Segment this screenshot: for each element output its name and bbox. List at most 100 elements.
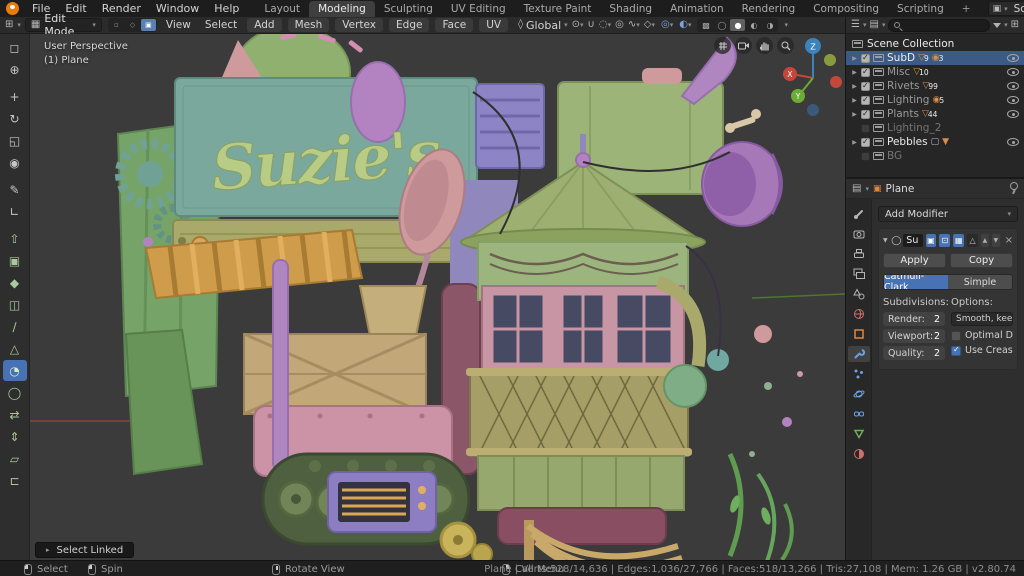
- toggle-perspective-button[interactable]: [714, 37, 731, 54]
- render-field[interactable]: Render: 2: [883, 312, 945, 326]
- modifier-name-field[interactable]: Su: [903, 234, 923, 247]
- tool-loop-cut[interactable]: ◫: [3, 294, 27, 315]
- menu-uv[interactable]: UV: [479, 18, 509, 32]
- filter-icon[interactable]: [993, 22, 1002, 28]
- workspace-tab-uv-editing[interactable]: UV Editing: [442, 1, 515, 17]
- disclosure-icon[interactable]: ▶: [851, 111, 858, 118]
- outliner-search-input[interactable]: [904, 19, 985, 31]
- cage-toggle[interactable]: △: [967, 234, 979, 247]
- tool-measure[interactable]: ∟: [3, 201, 27, 222]
- eye-icon[interactable]: [1007, 110, 1019, 118]
- tool-scale[interactable]: ◱: [3, 130, 27, 151]
- material-shading-button[interactable]: ◐: [746, 19, 761, 31]
- tab-particles[interactable]: [848, 366, 870, 382]
- pivot-point-dropdown[interactable]: ⊙▾: [572, 20, 584, 30]
- add-modifier-dropdown[interactable]: Add Modifier ▾: [878, 206, 1018, 222]
- disclosure-icon[interactable]: ▶: [851, 55, 858, 62]
- optimal-display-row[interactable]: Optimal Displ..: [951, 330, 1013, 341]
- face-select-button[interactable]: ▣: [140, 19, 156, 31]
- tool-rip-region[interactable]: ⊏: [3, 470, 27, 491]
- outliner-row-lighting2[interactable]: Lighting_2: [846, 121, 1024, 135]
- collection-checkbox[interactable]: [861, 137, 870, 147]
- tab-render[interactable]: [848, 226, 870, 242]
- outliner-row-subd[interactable]: ▶ SubD ▽9 ◉3: [846, 51, 1024, 65]
- tool-smooth[interactable]: ◯: [3, 382, 27, 403]
- catmull-clark-button[interactable]: Catmull-Clark: [884, 275, 948, 289]
- workspace-tab-rendering[interactable]: Rendering: [733, 1, 805, 17]
- menu-help[interactable]: Help: [207, 1, 246, 16]
- viewport-field[interactable]: Viewport: 2: [883, 329, 945, 343]
- outliner-row-lighting[interactable]: ▶ Lighting ◉5: [846, 93, 1024, 107]
- tab-scene[interactable]: [848, 286, 870, 302]
- workspace-tab-scripting[interactable]: Scripting: [888, 1, 953, 17]
- workspace-tab-animation[interactable]: Animation: [661, 1, 733, 17]
- workspace-tab-shading[interactable]: Shading: [600, 1, 661, 17]
- eye-icon[interactable]: [1007, 68, 1019, 76]
- collection-checkbox[interactable]: [861, 151, 870, 161]
- scene-collection-row[interactable]: Scene Collection: [846, 36, 1024, 51]
- tab-world[interactable]: [848, 306, 870, 322]
- disclosure-icon[interactable]: ▶: [851, 139, 858, 146]
- editmode-toggle[interactable]: ▦: [953, 234, 965, 247]
- expand-icon[interactable]: ▼: [883, 237, 889, 244]
- tab-constraints[interactable]: [848, 406, 870, 422]
- close-icon[interactable]: ×: [1005, 235, 1013, 246]
- move-down-button[interactable]: ▼: [991, 234, 1000, 247]
- tab-object-data[interactable]: [848, 426, 870, 442]
- menu-face[interactable]: Face: [435, 18, 474, 32]
- workspace-tab-layout[interactable]: Layout: [255, 1, 309, 17]
- show-overlays-dropdown[interactable]: ◎▾: [661, 20, 673, 30]
- simple-button[interactable]: Simple: [948, 275, 1012, 289]
- pin-icon[interactable]: [1009, 182, 1018, 195]
- shading-preview-dropdown[interactable]: ◐▾: [679, 20, 691, 30]
- tool-cursor[interactable]: ⊕: [3, 59, 27, 80]
- workspace-tab-compositing[interactable]: Compositing: [804, 1, 888, 17]
- rendered-shading-button[interactable]: ◑: [762, 19, 777, 31]
- operator-panel[interactable]: ▸ Select Linked: [35, 542, 135, 558]
- tool-select-box[interactable]: ◻: [3, 37, 27, 58]
- menu-render[interactable]: Render: [95, 1, 148, 16]
- eye-icon[interactable]: [1007, 82, 1019, 90]
- tool-shear[interactable]: ▱: [3, 448, 27, 469]
- wireframe-shading-button[interactable]: ◯: [714, 19, 729, 31]
- use-creases-checkbox[interactable]: [951, 345, 961, 356]
- outliner-row-plants[interactable]: ▶ Plants ▽44: [846, 107, 1024, 121]
- menu-mesh[interactable]: Mesh: [287, 18, 330, 32]
- quality-field[interactable]: Quality: 2: [883, 346, 945, 360]
- editor-type-icon[interactable]: ⊞: [5, 20, 13, 30]
- tool-edge-slide[interactable]: ⇄: [3, 404, 27, 425]
- vertex-select-button[interactable]: ▫: [109, 19, 124, 31]
- outliner-row-pebbles[interactable]: ▶ Pebbles ▢ ▼: [846, 135, 1024, 149]
- menu-vertex[interactable]: Vertex: [335, 18, 384, 32]
- collection-checkbox[interactable]: [861, 123, 870, 133]
- move-up-button[interactable]: ▲: [981, 234, 989, 247]
- outliner-row-rivets[interactable]: ▶ Rivets ▽99: [846, 79, 1024, 93]
- mode-dropdown[interactable]: ▦ Edit Mode ▾: [24, 12, 102, 38]
- collection-checkbox[interactable]: [861, 81, 870, 91]
- tool-spin[interactable]: ◔: [2, 360, 27, 381]
- eye-icon[interactable]: [1007, 54, 1019, 62]
- disclosure-icon[interactable]: ▶: [851, 69, 858, 76]
- tool-shrink-fatten[interactable]: ⇕: [3, 426, 27, 447]
- disclosure-icon[interactable]: ▶: [851, 83, 858, 90]
- scene-selector[interactable]: ▣ ▾ Scene ×: [987, 1, 1024, 16]
- blender-logo-icon[interactable]: [6, 2, 19, 15]
- tool-bevel[interactable]: ◆: [3, 272, 27, 293]
- snap-magnet-icon[interactable]: ∪: [588, 20, 595, 30]
- tab-tool[interactable]: [848, 206, 870, 222]
- solid-shading-button[interactable]: ●: [730, 19, 746, 31]
- collection-checkbox[interactable]: [861, 53, 870, 63]
- outliner-editor-icon[interactable]: ☰: [851, 20, 860, 30]
- tab-view-layer[interactable]: [848, 266, 870, 282]
- tool-transform[interactable]: ◉: [3, 152, 27, 173]
- collection-checkbox[interactable]: [861, 67, 870, 77]
- apply-button[interactable]: Apply: [883, 253, 946, 268]
- tool-inset-faces[interactable]: ▣: [3, 250, 27, 271]
- viewport-canvas[interactable]: Suzie's User Perspective (1) Plane Z X Y…: [30, 34, 845, 560]
- display-mode-icon[interactable]: ▤: [869, 20, 878, 30]
- tab-output[interactable]: [848, 246, 870, 262]
- tool-rotate[interactable]: ↻: [3, 108, 27, 129]
- outliner-search[interactable]: [888, 18, 991, 32]
- render-toggle[interactable]: ▣: [925, 234, 937, 247]
- tab-object[interactable]: [848, 326, 870, 342]
